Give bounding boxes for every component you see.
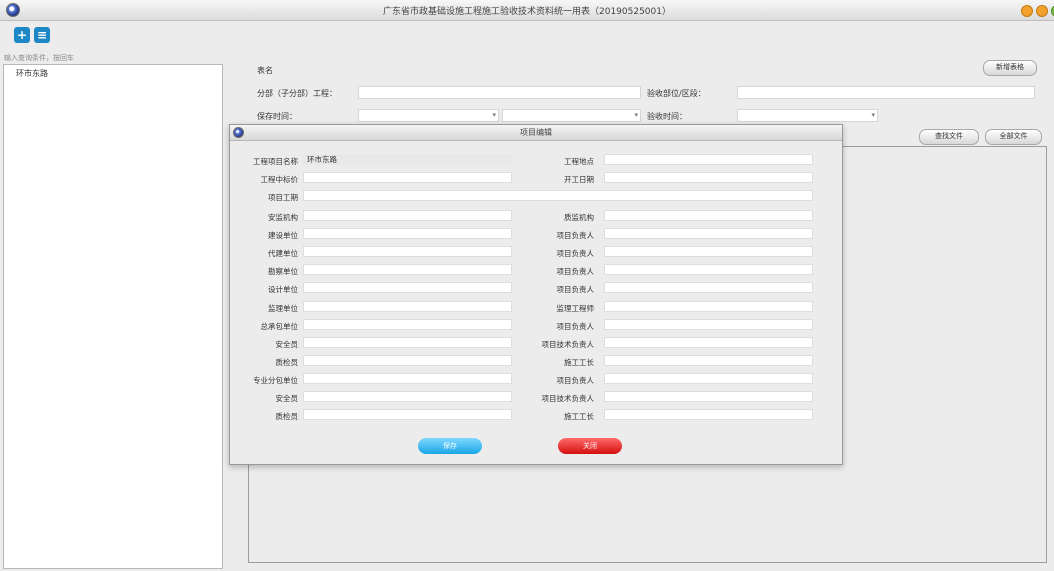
add-record-icon[interactable]: + (14, 27, 30, 43)
dialog-row-right-input[interactable] (604, 210, 813, 221)
bid-price-label: 工程中标价 (260, 175, 299, 184)
dialog-row-left-input[interactable] (303, 228, 512, 239)
dialog-row-left-input[interactable] (303, 355, 512, 366)
calendar-dropdown-icon[interactable]: ▾ (492, 111, 496, 119)
start-date-input[interactable] (604, 172, 813, 183)
calendar-dropdown-icon[interactable]: ▾ (634, 111, 638, 119)
bid-price-input[interactable] (303, 172, 512, 183)
table-name-label: 表名 (257, 66, 273, 75)
acceptance-part-input[interactable] (737, 86, 1035, 99)
new-table-button[interactable]: 新增表格 (983, 60, 1037, 76)
dialog-row-left-label: 代建单位 (268, 249, 298, 258)
dialog-row-right-label: 项目负责人 (556, 322, 595, 331)
dialog-row-right-input[interactable] (604, 355, 813, 366)
dialog-row-right-label: 项目负责人 (556, 249, 595, 258)
dialog-row-left-input[interactable] (303, 210, 512, 221)
dialog-row-right-label: 项目负责人 (556, 285, 595, 294)
dialog-row-right-input[interactable] (604, 282, 813, 293)
dialog-row-right-input[interactable] (604, 373, 813, 384)
dialog-row-right-label: 施工工长 (564, 412, 594, 421)
dialog-row-right-input[interactable] (604, 391, 813, 402)
all-files-button[interactable]: 全部文件 (985, 129, 1042, 145)
dialog-row-left-input[interactable] (303, 409, 512, 420)
tree-item-project[interactable]: 环市东路 (16, 68, 48, 79)
save-time-label: 保存时间： (257, 112, 297, 121)
dialog-row-left-label: 质检员 (275, 358, 299, 367)
dialog-row-left-input[interactable] (303, 373, 512, 384)
project-duration-input[interactable] (303, 190, 813, 201)
dialog-row-right-input[interactable] (604, 246, 813, 257)
minimize-button[interactable] (1021, 5, 1033, 17)
dialog-row-left-label: 总承包单位 (260, 322, 299, 331)
search-file-button[interactable]: 查找文件 (919, 129, 979, 145)
dialog-row-right-label: 施工工长 (564, 358, 594, 367)
dialog-row-left-input[interactable] (303, 282, 512, 293)
sidebar-search-input[interactable]: 输入查询条件，按回车 (4, 53, 225, 63)
dialog-row-right-input[interactable] (604, 228, 813, 239)
project-edit-dialog: 项目编辑 工程项目名称 环市东路 工程地点 工程中标价 开工日期 项目工期 安监… (229, 124, 843, 465)
dialog-row-left-label: 建设单位 (268, 231, 298, 240)
save-time-end-field[interactable]: ▾ (502, 109, 641, 122)
dialog-row-right-input[interactable] (604, 319, 813, 330)
subproject-label: 分部（子分部）工程： (257, 89, 337, 98)
project-location-input[interactable] (604, 154, 813, 165)
dialog-row-right-label: 监理工程师 (556, 304, 595, 313)
dialog-row-left-input[interactable] (303, 301, 512, 312)
subproject-input[interactable] (358, 86, 641, 99)
dialog-row-left-input[interactable] (303, 319, 512, 330)
dialog-row-right-label: 项目负责人 (556, 376, 595, 385)
window-title: 广东省市政基础设施工程施工验收技术资料统一用表（20190525001） (383, 7, 671, 17)
dialog-title-bar: 项目编辑 (230, 125, 842, 141)
dialog-row-left-label: 质检员 (275, 412, 299, 421)
dialog-row-left-label: 安监机构 (268, 213, 298, 222)
dialog-row-right-input[interactable] (604, 301, 813, 312)
project-name-field: 环市东路 (303, 154, 512, 165)
dialog-title: 项目编辑 (520, 128, 552, 137)
dialog-row-left-input[interactable] (303, 264, 512, 275)
dialog-row-right-label: 项目负责人 (556, 267, 595, 276)
dialog-row-left-label: 专业分包单位 (253, 376, 298, 385)
start-date-label: 开工日期 (564, 175, 594, 184)
dialog-row-right-label: 质监机构 (564, 213, 594, 222)
project-location-label: 工程地点 (564, 157, 594, 166)
dialog-row-right-label: 项目技术负责人 (541, 340, 595, 349)
dialog-row-left-label: 监理单位 (268, 304, 298, 313)
project-name-label: 工程项目名称 (253, 157, 298, 166)
project-tree: 环市东路 (3, 64, 223, 569)
list-icon[interactable]: ≡ (34, 27, 50, 43)
dialog-row-right-input[interactable] (604, 337, 813, 348)
project-duration-label: 项目工期 (268, 193, 298, 202)
dialog-row-right-input[interactable] (604, 409, 813, 420)
dialog-row-left-input[interactable] (303, 246, 512, 257)
dialog-row-left-input[interactable] (303, 337, 512, 348)
dialog-row-left-label: 设计单位 (268, 285, 298, 294)
dialog-row-left-label: 安全员 (275, 340, 299, 349)
maximize-button[interactable] (1036, 5, 1048, 17)
dialog-row-right-label: 项目负责人 (556, 231, 595, 240)
title-bar: 广东省市政基础设施工程施工验收技术资料统一用表（20190525001） (0, 0, 1054, 21)
dialog-row-right-label: 项目技术负责人 (541, 394, 595, 403)
acceptance-part-label: 验收部位/区段： (647, 89, 706, 98)
save-time-start-field[interactable]: ▾ (358, 109, 499, 122)
dialog-row-left-label: 勘察单位 (268, 267, 298, 276)
dialog-row-left-input[interactable] (303, 391, 512, 402)
dialog-row-left-label: 安全员 (275, 394, 299, 403)
save-button[interactable]: 保存 (418, 438, 482, 454)
calendar-dropdown-icon[interactable]: ▾ (871, 111, 875, 119)
acceptance-time-field[interactable]: ▾ (737, 109, 878, 122)
close-button[interactable]: 关闭 (558, 438, 622, 454)
dialog-row-right-input[interactable] (604, 264, 813, 275)
acceptance-time-label: 验收时间： (647, 112, 687, 121)
